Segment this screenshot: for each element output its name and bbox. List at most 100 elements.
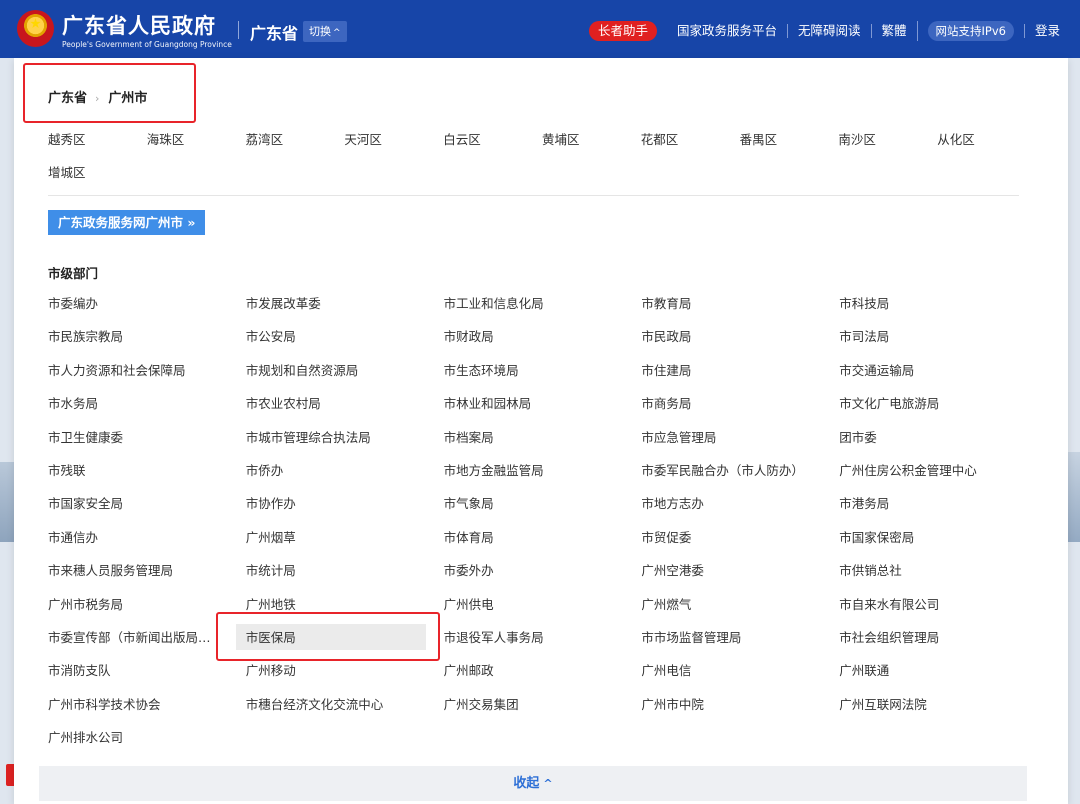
- department-link[interactable]: 市林业和园林局: [444, 397, 532, 411]
- district-link[interactable]: 花都区: [641, 129, 679, 148]
- department-link[interactable]: 市气象局: [444, 497, 494, 511]
- department-link[interactable]: 市民族宗教局: [48, 330, 123, 344]
- department-link[interactable]: 广州排水公司: [48, 731, 123, 745]
- department-link[interactable]: 市住建局: [641, 363, 691, 378]
- department-link[interactable]: 市国家安全局: [48, 497, 123, 511]
- department-link[interactable]: 广州烟草: [246, 530, 296, 545]
- department-link[interactable]: 市消防支队: [48, 664, 111, 678]
- department-link[interactable]: 市委宣传部（市新闻出版局…: [48, 631, 211, 645]
- section-divider: [48, 195, 1019, 196]
- collapse-button[interactable]: 收起 ^: [39, 766, 1027, 801]
- department-link[interactable]: 市委外办: [444, 564, 494, 578]
- department-link[interactable]: 市自来水有限公司: [839, 597, 939, 612]
- department-link[interactable]: 市协作办: [246, 497, 296, 511]
- department-link[interactable]: 市地方志办: [641, 497, 704, 511]
- department-link[interactable]: 市通信办: [48, 530, 98, 545]
- department-link[interactable]: 市地方金融监管局: [444, 464, 544, 478]
- department-link[interactable]: 广州邮政: [444, 664, 494, 678]
- department-link[interactable]: 市人力资源和社会保障局: [48, 363, 186, 378]
- department-link[interactable]: 市卫生健康委: [48, 430, 123, 445]
- department-link[interactable]: 广州燃气: [641, 597, 691, 612]
- department-link[interactable]: 市教育局: [641, 297, 691, 311]
- department-link[interactable]: 市国家保密局: [839, 530, 914, 545]
- district-link[interactable]: 黄埔区: [542, 129, 580, 148]
- department-link[interactable]: 市侨办: [246, 464, 284, 478]
- department-link[interactable]: 市社会组织管理局: [839, 631, 939, 645]
- header-divider: [238, 21, 239, 39]
- site-header: 广东省人民政府 People's Government of Guangdong…: [0, 0, 1080, 58]
- department-link[interactable]: 市公安局: [246, 330, 296, 344]
- department-link[interactable]: 广州地铁: [246, 597, 296, 612]
- department-link[interactable]: 市民政局: [641, 330, 691, 344]
- department-link[interactable]: 广州住房公积金管理中心: [839, 464, 977, 478]
- department-link[interactable]: 市市场监督管理局: [641, 631, 741, 645]
- department-link[interactable]: 市工业和信息化局: [444, 297, 544, 311]
- traditional-chinese-link[interactable]: 繁體: [870, 24, 917, 38]
- background-image-right: [1068, 452, 1080, 542]
- department-link[interactable]: 广州电信: [641, 664, 691, 678]
- background-image-left: [0, 462, 14, 542]
- top-nav: 长者助手 国家政务服务平台 无障碍阅读 繁體 网站支持IPv6 登录: [588, 20, 1070, 42]
- current-province: 广东省: [250, 24, 299, 43]
- department-link[interactable]: 市供销总社: [839, 564, 902, 578]
- department-link[interactable]: 市财政局: [444, 330, 494, 344]
- department-link[interactable]: 广州供电: [444, 597, 494, 612]
- department-link[interactable]: 广州互联网法院: [839, 697, 927, 712]
- annotation-box-breadcrumb: [23, 63, 196, 123]
- district-link[interactable]: 越秀区: [48, 129, 86, 148]
- district-link[interactable]: 南沙区: [838, 129, 876, 148]
- department-link[interactable]: 市商务局: [641, 397, 691, 411]
- department-link[interactable]: 广州空港委: [641, 564, 704, 578]
- district-link[interactable]: 荔湾区: [246, 129, 284, 148]
- gov-service-platform-link[interactable]: 国家政务服务平台: [667, 24, 787, 38]
- site-subtitle: People's Government of Guangdong Provinc…: [62, 40, 232, 49]
- department-link[interactable]: 市港务局: [839, 497, 889, 511]
- district-link[interactable]: 从化区: [937, 129, 975, 148]
- district-link[interactable]: 增城区: [48, 162, 86, 181]
- region-dropdown-panel: 广东省 › 广州市 越秀区 海珠区 荔湾区 天河区 白云区 黄埔区 花都区 番禺区 南沙区 从化区 增城…: [14, 58, 1068, 804]
- ipv6-badge: 网站支持IPv6: [927, 21, 1014, 41]
- department-link[interactable]: 市文化广电旅游局: [839, 397, 939, 411]
- department-link[interactable]: 市水务局: [48, 397, 98, 411]
- department-link[interactable]: 市档案局: [444, 430, 494, 445]
- annotation-box-medical-insurance: [216, 612, 440, 661]
- department-link[interactable]: 市生态环境局: [444, 363, 519, 378]
- national-emblem-icon: [17, 10, 54, 47]
- collapse-label: 收起: [513, 776, 540, 791]
- department-link[interactable]: 市规划和自然资源局: [246, 363, 359, 378]
- chevron-up-icon: ^: [543, 777, 553, 790]
- department-link[interactable]: 团市委: [839, 430, 877, 445]
- department-link[interactable]: 市城市管理综合执法局: [246, 430, 371, 445]
- department-link[interactable]: 广州市中院: [641, 697, 704, 712]
- department-link[interactable]: 市穗台经济文化交流中心: [246, 697, 384, 712]
- department-link[interactable]: 市体育局: [444, 530, 494, 545]
- site-title[interactable]: 广东省人民政府: [62, 10, 216, 40]
- department-link[interactable]: 市委军民融合办（市人防办）: [641, 464, 804, 478]
- department-link[interactable]: 市发展改革委: [246, 297, 321, 311]
- department-link[interactable]: 市来穗人员服务管理局: [48, 564, 173, 578]
- department-link[interactable]: 市委编办: [48, 297, 98, 311]
- department-link[interactable]: 市交通运输局: [839, 363, 914, 378]
- accessible-reading-link[interactable]: 无障碍阅读: [787, 24, 871, 38]
- login-link[interactable]: 登录: [1023, 24, 1070, 38]
- department-link[interactable]: 市应急管理局: [641, 430, 716, 445]
- department-link[interactable]: 市退役军人事务局: [444, 631, 544, 645]
- department-link[interactable]: 市贸促委: [641, 530, 691, 545]
- district-link[interactable]: 白云区: [443, 129, 481, 148]
- department-link[interactable]: 市残联: [48, 464, 86, 478]
- department-link[interactable]: 广州市税务局: [48, 597, 123, 612]
- department-link[interactable]: 市司法局: [839, 330, 889, 344]
- department-link[interactable]: 广州联通: [839, 664, 889, 678]
- department-link[interactable]: 广州交易集团: [444, 697, 519, 712]
- switch-region-button[interactable]: 切换 ^: [303, 21, 347, 42]
- elder-assistant-button[interactable]: 长者助手: [588, 21, 657, 41]
- gd-gov-service-portal-button[interactable]: 广东政务服务网广州市 »: [48, 210, 206, 235]
- district-link[interactable]: 番禺区: [740, 129, 778, 148]
- department-link[interactable]: 市农业农村局: [246, 397, 321, 411]
- department-link[interactable]: 市科技局: [839, 297, 889, 311]
- district-link[interactable]: 海珠区: [147, 129, 185, 148]
- department-link[interactable]: 广州移动: [246, 664, 296, 678]
- department-link[interactable]: 广州市科学技术协会: [48, 697, 161, 712]
- department-link[interactable]: 市统计局: [246, 564, 296, 578]
- district-link[interactable]: 天河区: [344, 129, 382, 148]
